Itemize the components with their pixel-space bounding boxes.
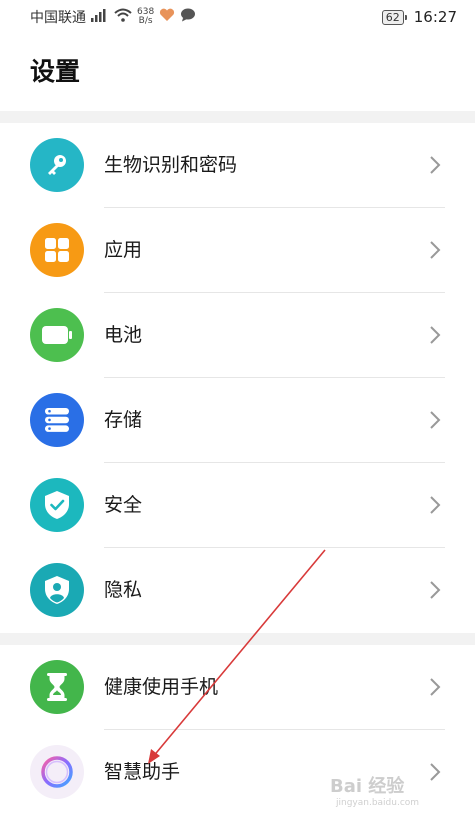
- signal-icon: [91, 8, 109, 26]
- clock: 16:27: [413, 8, 457, 26]
- settings-item-label: 安全: [104, 494, 143, 516]
- watermark-logo-text: Bai 经验: [330, 776, 405, 797]
- shield-check-icon: [30, 478, 84, 532]
- settings-item-digital-balance[interactable]: 健康使用手机: [0, 645, 475, 730]
- status-bar: 中国联通 638 B/s 62 16:27: [0, 0, 475, 34]
- battery-indicator: 62: [381, 9, 407, 25]
- watermark: Bai 经验 jingyan.baidu.com: [330, 772, 419, 808]
- storage-icon: [30, 393, 84, 447]
- apps-grid-icon: [30, 223, 84, 277]
- chevron-right-icon: [430, 763, 441, 781]
- settings-item-security[interactable]: 安全: [0, 463, 475, 548]
- settings-item-label: 隐私: [104, 579, 143, 601]
- watermark-url: jingyan.baidu.com: [336, 798, 420, 808]
- settings-item-biometrics[interactable]: 生物识别和密码: [0, 123, 475, 208]
- hourglass-icon: [30, 660, 84, 714]
- settings-item-label: 电池: [104, 324, 143, 346]
- battery-icon: [30, 308, 84, 362]
- settings-item-storage[interactable]: 存储: [0, 378, 475, 463]
- chevron-right-icon: [430, 156, 441, 174]
- section-separator: [0, 111, 475, 123]
- health-heart-icon: [159, 8, 175, 26]
- settings-item-label: 智慧助手: [104, 761, 181, 783]
- chevron-right-icon: [430, 241, 441, 259]
- settings-item-label: 健康使用手机: [104, 676, 219, 698]
- chevron-right-icon: [430, 326, 441, 344]
- key-icon: [30, 138, 84, 192]
- assistant-ring-icon: [30, 745, 84, 799]
- settings-group-1: 生物识别和密码 应用 电池 存储 安全 隐私: [0, 123, 475, 633]
- chevron-right-icon: [430, 496, 441, 514]
- privacy-shield-icon: [30, 563, 84, 617]
- carrier-name: 中国联通: [30, 10, 86, 26]
- settings-item-privacy[interactable]: 隐私: [0, 548, 475, 633]
- status-bar-right: 62 16:27: [381, 8, 457, 26]
- settings-item-battery[interactable]: 电池: [0, 293, 475, 378]
- settings-item-label: 生物识别和密码: [104, 154, 238, 176]
- chevron-right-icon: [430, 678, 441, 696]
- section-separator: [0, 633, 475, 645]
- settings-item-label: 应用: [104, 239, 143, 261]
- page-title: 设置: [30, 57, 81, 86]
- chat-bubble-icon: [180, 8, 196, 26]
- settings-item-apps[interactable]: 应用: [0, 208, 475, 293]
- network-speed: 638 B/s: [137, 8, 154, 26]
- wifi-icon: [114, 8, 132, 26]
- settings-item-label: 存储: [104, 409, 143, 431]
- status-bar-left: 中国联通 638 B/s: [30, 7, 196, 27]
- network-speed-unit: B/s: [138, 16, 153, 26]
- chevron-right-icon: [430, 411, 441, 429]
- chevron-right-icon: [430, 581, 441, 599]
